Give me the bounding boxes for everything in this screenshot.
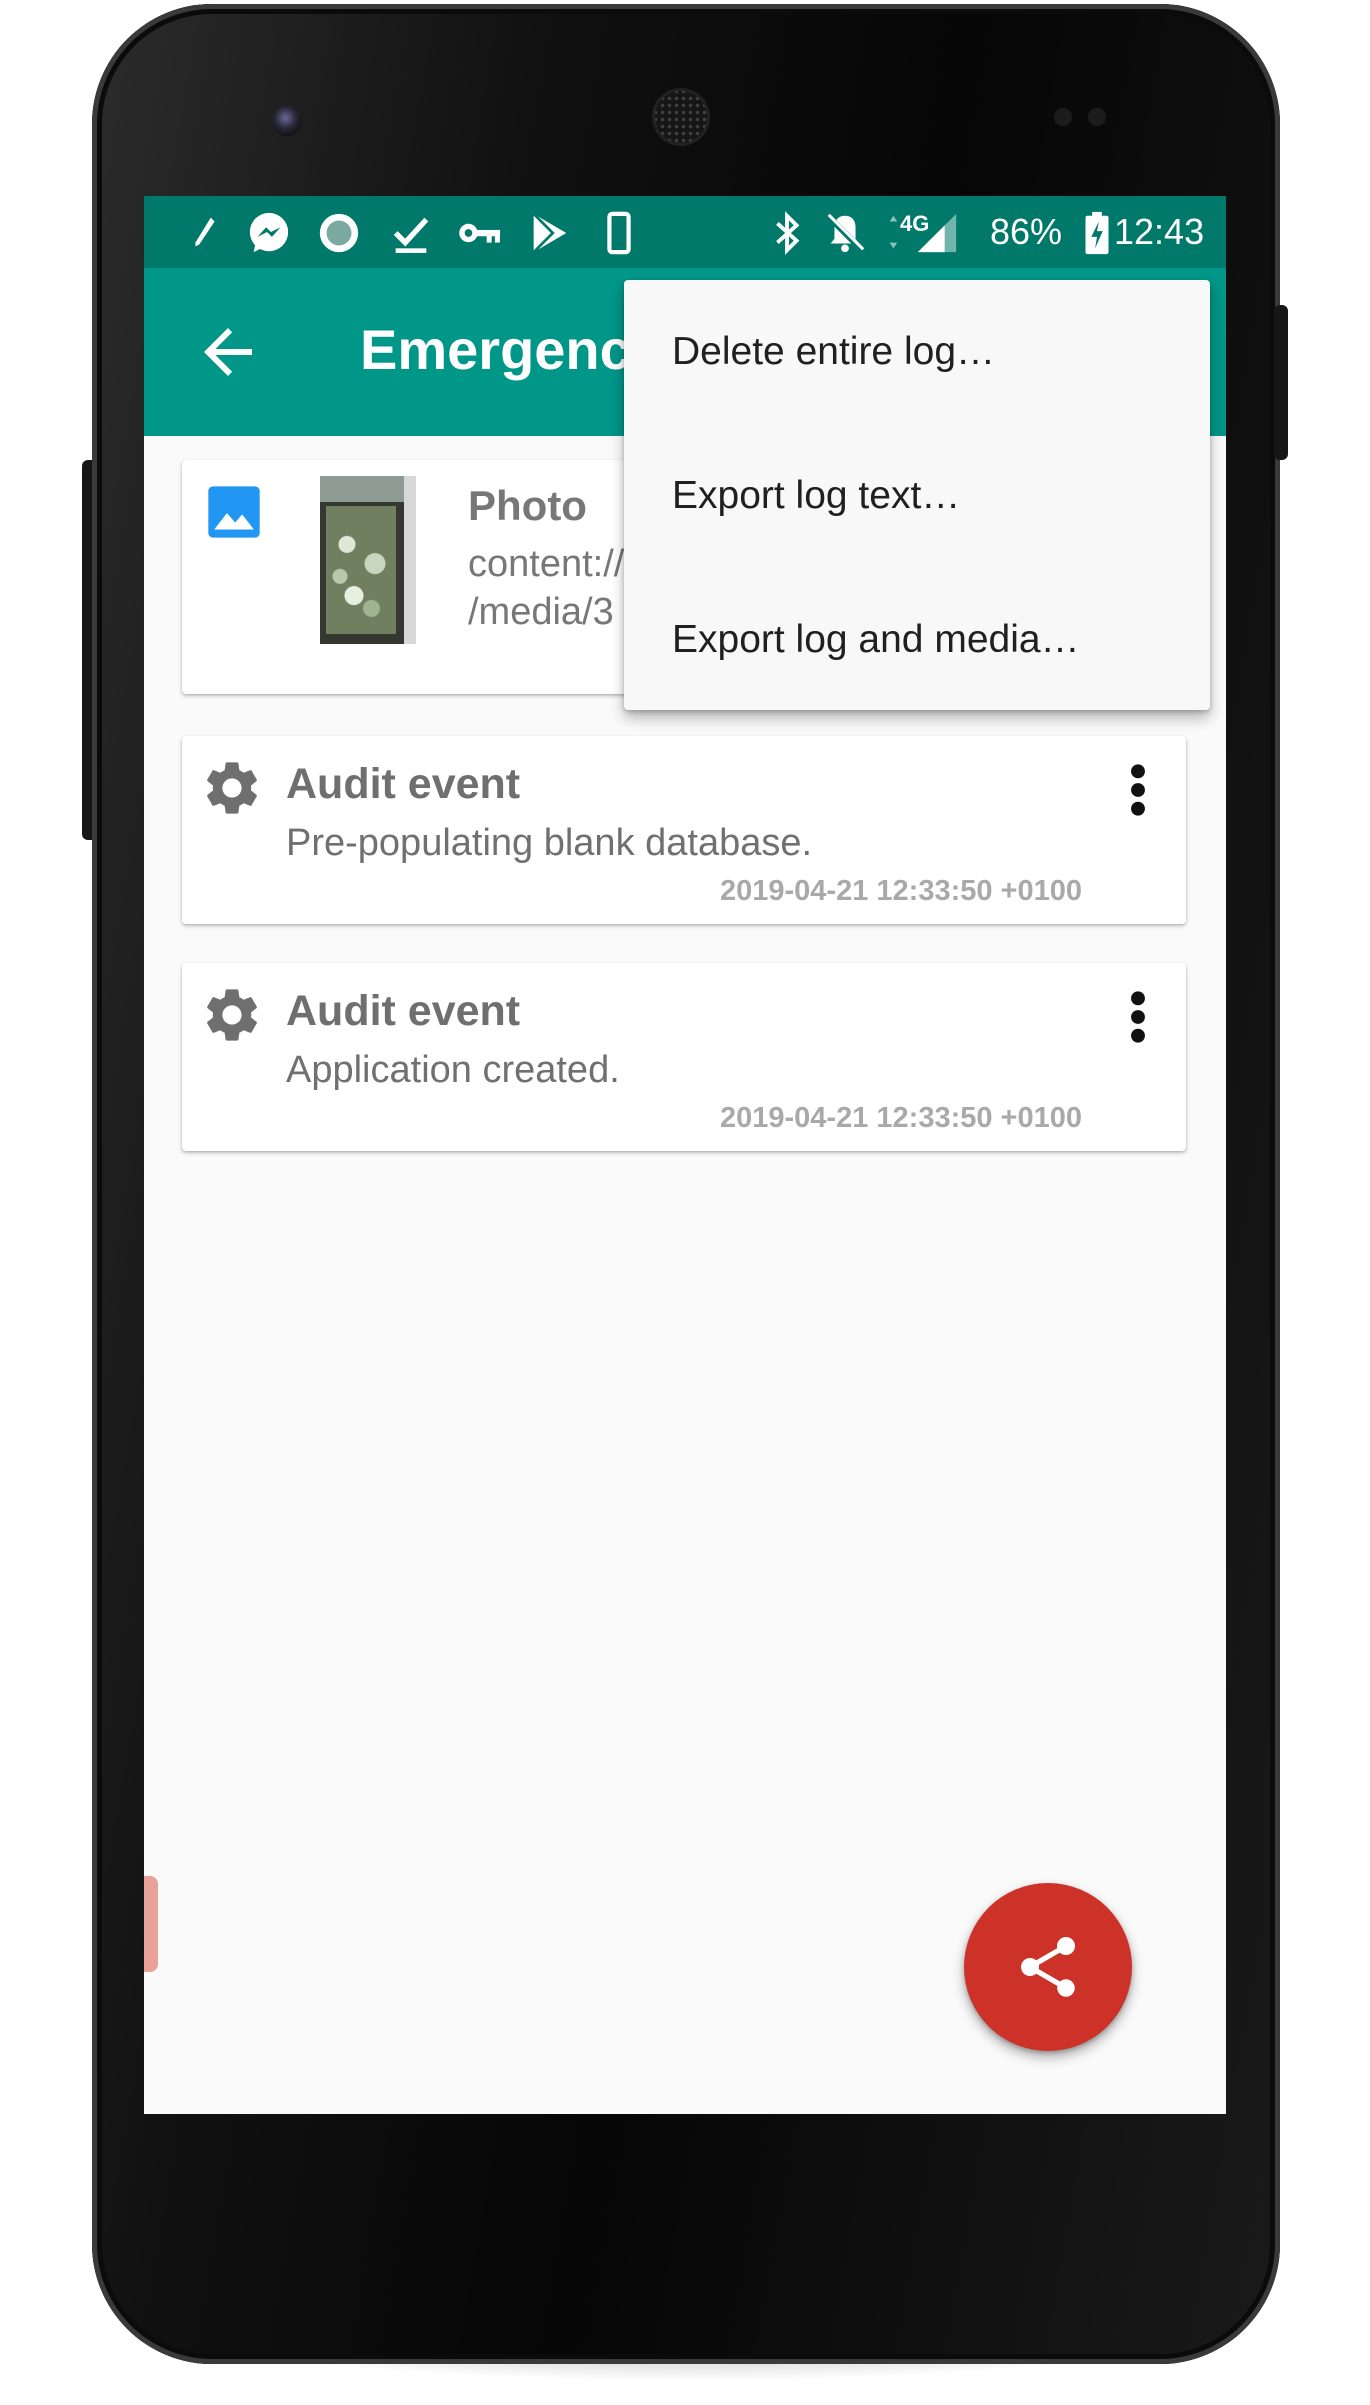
proximity-sensor [1054,108,1072,126]
notifications-off-icon [825,213,865,253]
gear-icon [207,989,257,1041]
more-vert-icon[interactable] [1118,985,1158,1049]
download-done-icon [393,217,429,253]
image-icon [208,486,260,538]
photo-thumbnail[interactable] [320,476,416,644]
thumbnail-window-frame [404,476,416,644]
light-sensor [1088,108,1106,126]
arrow-back-icon[interactable] [192,316,264,388]
more-vert-icon[interactable] [1118,758,1158,822]
audit-entry-card[interactable]: Audit event Pre-populating blank databas… [182,736,1186,924]
entry-timestamp: 2019-04-21 12:33:50 +0100 [720,875,1082,907]
device-volume-button [1274,305,1288,460]
clock: 12:43 [1114,211,1205,252]
vpn-key-icon [459,223,501,243]
drawer-edge-handle[interactable] [144,1876,158,1972]
gear-icon [207,762,257,814]
overflow-menu: Delete entire log… Export log text… Expo… [624,280,1210,710]
entry-text: Application created. [286,1049,620,1091]
share-fab[interactable] [964,1883,1132,2051]
phone-device-icon [607,211,631,255]
pen-icon [195,217,215,247]
front-camera [272,106,302,136]
entry-timestamp: 2019-04-21 12:33:50 +0100 [720,1102,1082,1134]
audit-entry-card[interactable]: Audit event Application created. 2019-04… [182,963,1186,1151]
menu-item-export-media[interactable]: Export log and media… [624,568,1210,712]
signal-icon [917,213,957,253]
messenger-icon [249,212,289,253]
bluetooth-icon [776,211,800,255]
status-bar: 4G 86% 12:43 [144,196,1226,268]
screen: 4G 86% 12:43 Emergency log Photo /media/… [144,196,1226,2114]
entry-title: Photo [468,482,587,529]
circle-app-icon [319,213,359,253]
earpiece-speaker [652,88,710,146]
menu-item-export-text[interactable]: Export log text… [624,424,1210,568]
battery-percent: 86% [990,211,1063,252]
entry-title: Audit event [286,987,521,1035]
thumbnail-tree [326,506,396,634]
thumbnail-window-pane [320,476,416,502]
share-icon [1021,1937,1075,1997]
menu-item-delete-log[interactable]: Delete entire log… [624,280,1210,424]
play-store-icon [532,212,567,254]
entry-title: Audit event [286,760,521,808]
entry-text: Pre-populating blank database. [286,822,813,864]
